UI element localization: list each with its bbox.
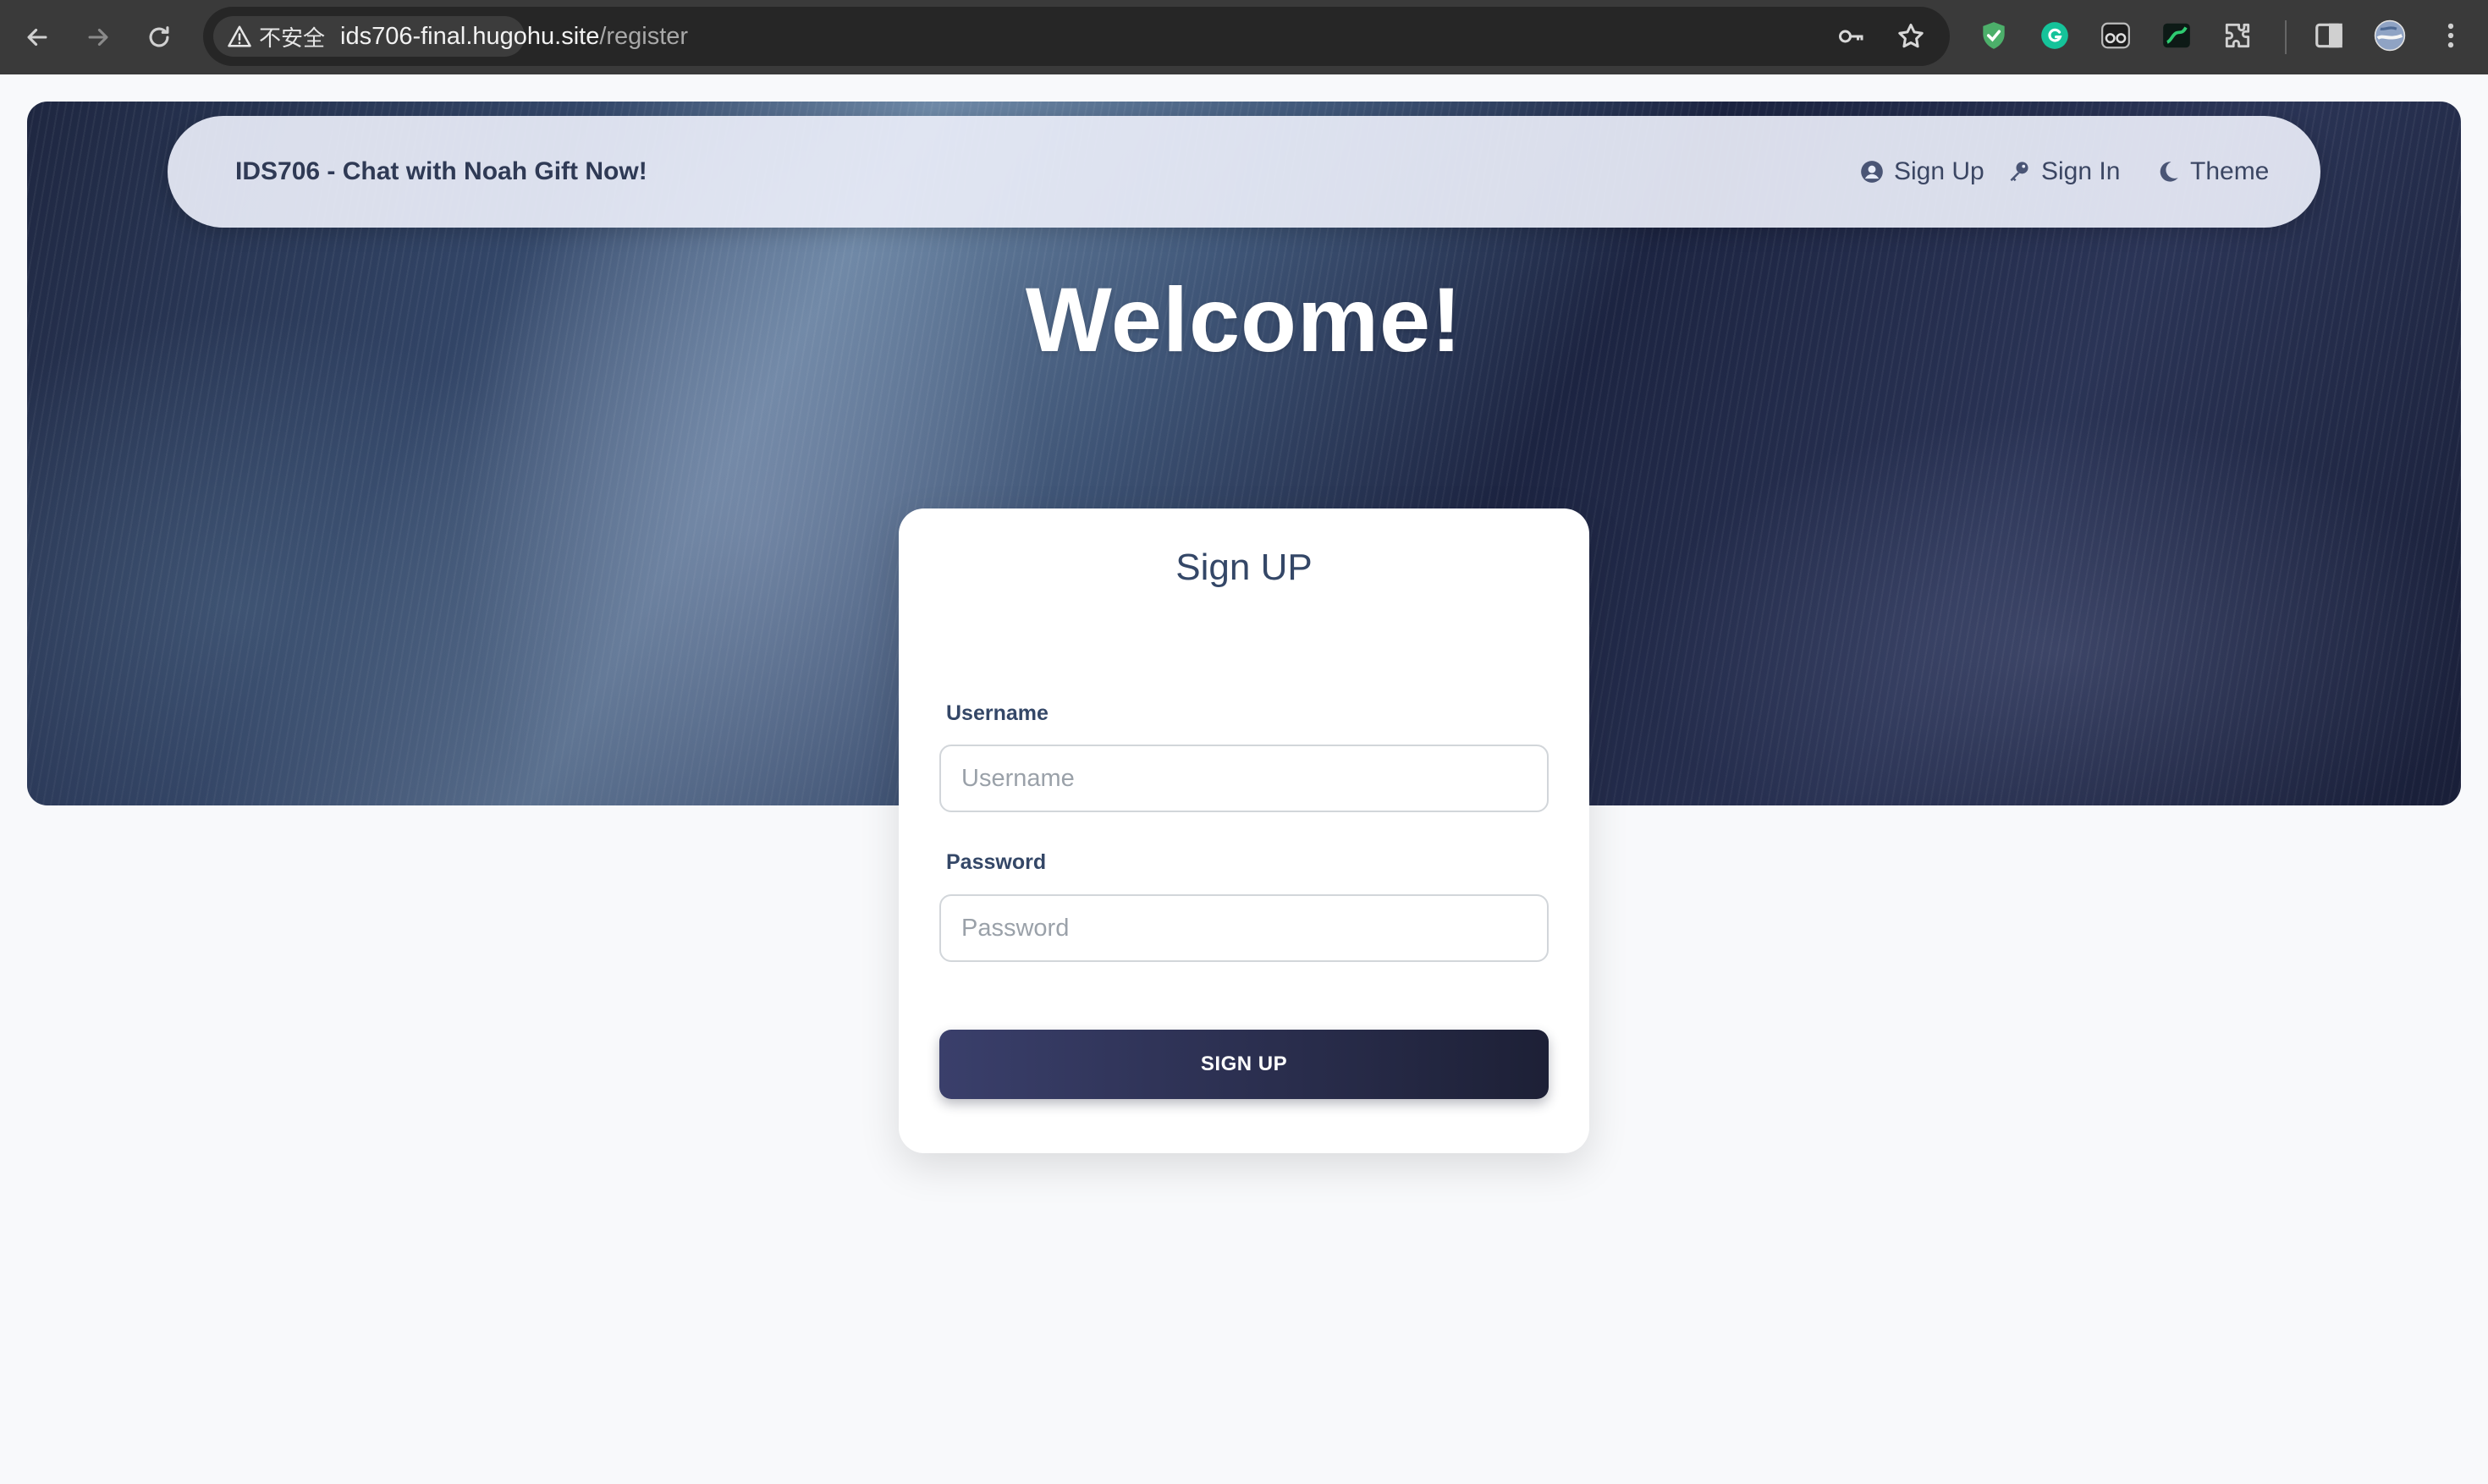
url-path: /register <box>599 23 689 50</box>
profile-avatar-icon[interactable] <box>2371 17 2408 54</box>
nav-sign-in[interactable]: Sign In <box>2007 116 2120 228</box>
username-label: Username <box>946 701 1049 725</box>
warning-triangle-icon <box>228 25 251 47</box>
browser-toolbar: 不安全 ids706-final.hugohu.site/register <box>0 0 2488 74</box>
reload-icon[interactable] <box>137 15 181 59</box>
more-vertical-icon[interactable] <box>2432 17 2469 54</box>
nav-sign-in-label: Sign In <box>2041 157 2121 185</box>
puzzle-icon[interactable] <box>2219 17 2256 54</box>
moon-icon <box>2160 162 2178 182</box>
key-icon <box>2010 162 2028 182</box>
star-icon[interactable] <box>1896 21 1926 52</box>
brand-link[interactable]: IDS706 - Chat with Noah Gift Now! <box>235 116 647 228</box>
security-label: 不安全 <box>259 25 326 51</box>
top-navbar: IDS706 - Chat with Noah Gift Now! Sign U… <box>168 116 2320 228</box>
forward-arrow-icon[interactable] <box>76 15 120 59</box>
form-title: Sign UP <box>1175 547 1313 588</box>
toolbar-separator <box>2285 20 2287 54</box>
url-text[interactable]: ids706-final.hugohu.site/register <box>340 7 688 66</box>
nav-theme[interactable]: Theme <box>2156 116 2269 228</box>
shield-check-icon[interactable] <box>1975 17 2012 54</box>
username-input[interactable] <box>939 745 1549 812</box>
hero-title: Welcome! <box>1025 268 1463 371</box>
sidebar-panel-icon[interactable] <box>2310 17 2348 54</box>
url-host: ids706-final.hugohu.site <box>340 23 600 50</box>
password-input[interactable] <box>939 894 1549 962</box>
signup-card: Sign UP Username Password SIGN UP <box>899 508 1589 1153</box>
nav-sign-up[interactable]: Sign Up <box>1860 116 1984 228</box>
reader-glasses-icon[interactable] <box>2097 17 2134 54</box>
chart-extension-icon[interactable] <box>2158 17 2195 54</box>
user-circle-icon <box>1861 161 1883 183</box>
address-bar[interactable]: 不安全 ids706-final.hugohu.site/register <box>203 7 1950 66</box>
nav-sign-up-label: Sign Up <box>1894 157 1984 185</box>
nav-theme-label: Theme <box>2190 157 2270 185</box>
sign-up-button[interactable]: SIGN UP <box>939 1030 1549 1099</box>
password-label: Password <box>946 850 1047 874</box>
key-icon[interactable] <box>1836 21 1867 52</box>
grammarly-icon[interactable] <box>2036 17 2073 54</box>
back-arrow-icon[interactable] <box>15 15 59 59</box>
